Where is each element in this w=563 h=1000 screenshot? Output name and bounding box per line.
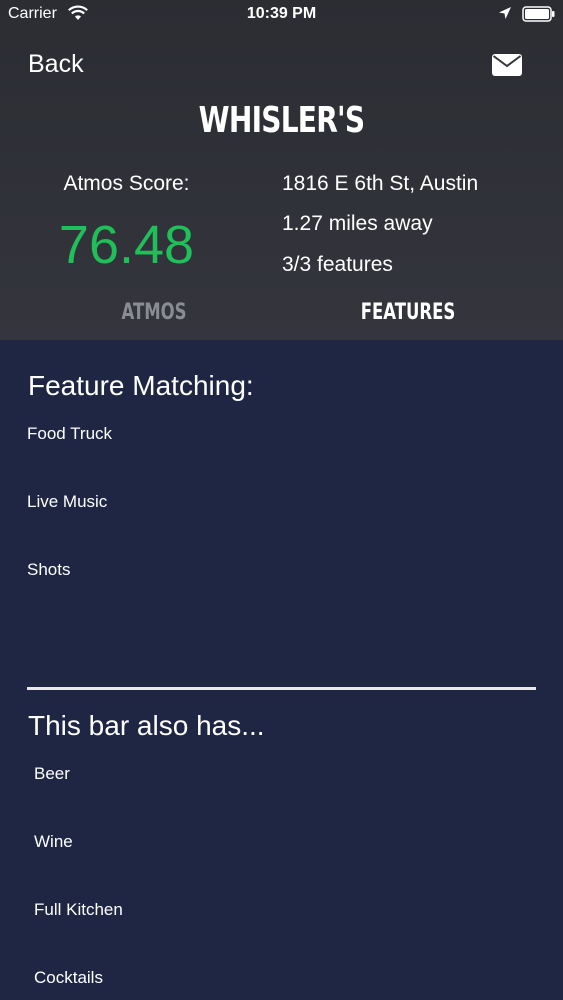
back-button[interactable]: Back <box>28 50 84 79</box>
mail-icon[interactable] <box>492 54 522 76</box>
status-time: 10:39 PM <box>246 5 317 22</box>
matching-feature-item: Live Music <box>27 492 108 511</box>
tab-features[interactable]: FEATURES <box>348 300 468 325</box>
bar-address: 1816 E 6th St, Austin <box>282 172 479 195</box>
also-has-item: Full Kitchen <box>34 900 123 919</box>
matching-feature-item: Food Truck <box>27 424 113 443</box>
atmos-score-label: Atmos Score: <box>63 172 190 195</box>
feature-matching-title: Feature Matching: <box>28 370 254 401</box>
status-bar: Carrier 10:39 PM <box>0 0 563 30</box>
also-has-title: This bar also has... <box>28 710 265 741</box>
bar-features-count: 3/3 features <box>282 253 393 276</box>
matching-feature-item: Shots <box>27 560 71 579</box>
location-arrow-icon <box>499 7 511 19</box>
also-has-item: Cocktails <box>34 968 103 987</box>
bar-distance: 1.27 miles away <box>282 212 433 235</box>
also-has-item: Beer <box>34 764 70 783</box>
header-panel: Carrier 10:39 PM Back WHISLER'S Atmos Sc… <box>0 0 563 340</box>
also-has-item: Wine <box>34 832 73 851</box>
section-divider <box>27 687 536 690</box>
tab-atmos[interactable]: ATMOS <box>94 300 214 325</box>
atmos-score-value: 76.48 <box>58 215 195 275</box>
bar-title: WHISLER'S <box>198 100 365 141</box>
battery-icon <box>522 6 555 22</box>
